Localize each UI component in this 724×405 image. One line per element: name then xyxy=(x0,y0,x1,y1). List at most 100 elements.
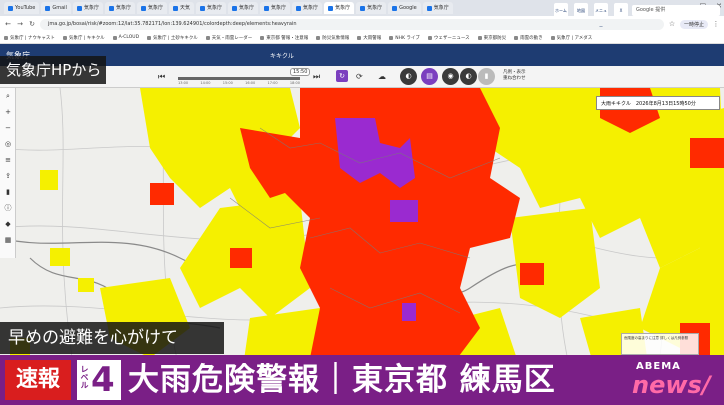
tab-favicon-icon xyxy=(296,5,302,11)
bookmark-item[interactable]: 気象庁 | 土砂キキクル xyxy=(147,35,198,41)
display-options[interactable]: 凡例・表示 重ね合わせ xyxy=(503,70,526,82)
time-pill[interactable]: 15:50 xyxy=(290,68,311,76)
forward-end-icon[interactable]: ⏭ xyxy=(313,72,320,82)
bookmark-label: NHK ライブ xyxy=(395,35,420,41)
layer-toggle-5[interactable]: ▮ xyxy=(478,68,495,85)
bookmark-label: 気象庁 | ナウキャスト xyxy=(10,35,55,41)
site-search-input[interactable]: Google 提供 xyxy=(632,5,720,16)
refresh-cycle-icon[interactable]: ⟳ xyxy=(356,72,363,81)
rewind-icon[interactable]: ⏮ xyxy=(158,72,165,82)
browser-tab[interactable]: 気象庁 xyxy=(356,2,387,14)
tab-label: 気象庁 xyxy=(147,5,163,11)
bookmark-item[interactable]: A-CLOUD xyxy=(112,35,139,40)
timeline-tick-label: 13:00 xyxy=(178,81,189,85)
refresh-icon[interactable]: ↻ xyxy=(336,70,348,82)
bookmark-item[interactable]: NHK ライブ xyxy=(389,35,420,41)
bookmark-label: 東京都 警報・注意報 xyxy=(266,35,309,41)
profile-button[interactable]: 一時停止 xyxy=(679,19,708,29)
browser-tab[interactable]: 気象庁 xyxy=(292,2,323,14)
browser-tab[interactable]: Gmail xyxy=(41,2,71,14)
tab-favicon-icon xyxy=(108,5,114,11)
map-sidebar: ⌕ + − ◎ ≡ ⇪ ▮ ⓘ ◆ ▦ xyxy=(0,88,16,258)
bookmark-favicon-icon xyxy=(4,35,8,40)
header-nav-button[interactable]: X xyxy=(614,3,628,19)
bookmark-item[interactable]: 気象庁 | ナウキャスト xyxy=(4,35,55,41)
bookmark-item[interactable]: 東京都 警報・注意報 xyxy=(260,35,308,41)
bookmark-label: 東京都防災 xyxy=(483,35,507,41)
bookmark-item[interactable]: 気象庁 | アメダス xyxy=(550,35,593,41)
bookmark-item[interactable]: 東京都防災 xyxy=(477,35,507,41)
layers-icon[interactable]: ≡ xyxy=(0,152,16,168)
search-location-icon[interactable]: ⌕ xyxy=(0,88,16,104)
browser-tab[interactable]: 天気 xyxy=(168,2,194,14)
bookmark-item[interactable]: ウェザーニュース xyxy=(427,35,470,41)
timeline-tick-label: 14:00 xyxy=(200,81,211,85)
layer-toggle-selected[interactable]: ▤ xyxy=(421,68,438,85)
drop-icon[interactable]: ◆ xyxy=(0,216,16,232)
header-nav-button[interactable]: ホーム xyxy=(554,3,568,19)
forward-icon[interactable]: → xyxy=(16,20,24,28)
browser-tab[interactable]: 気象庁 xyxy=(104,2,135,14)
bookmark-item[interactable]: 雨雲の動き xyxy=(514,35,543,41)
tab-favicon-icon xyxy=(8,5,13,11)
bookmark-favicon-icon xyxy=(112,35,117,40)
bookmark-icon[interactable]: ▮ xyxy=(0,184,16,200)
tab-favicon-icon xyxy=(200,5,205,11)
browser-tab[interactable]: YouTube xyxy=(4,2,40,14)
alert-level-number: 4 xyxy=(91,360,115,400)
browser-tab[interactable]: 気象庁 xyxy=(136,2,167,14)
layer-toggle-4[interactable]: ◐ xyxy=(460,68,477,85)
browser-tab[interactable]: 気象庁 xyxy=(228,2,259,14)
abema-logo-bottom: news/ xyxy=(632,371,711,399)
tab-label: 気象庁 xyxy=(207,5,223,11)
timeline-tick-label: 17:00 xyxy=(267,81,278,85)
menu-icon[interactable]: ⋮ xyxy=(712,20,720,28)
bookmark-favicon-icon xyxy=(260,35,265,40)
timeline-tick-label: 18:00 xyxy=(289,81,300,85)
evacuation-advice-caption: 早めの避難を心がけて xyxy=(0,322,224,354)
timeline-tick-label: 16:00 xyxy=(245,81,256,85)
bookmark-item[interactable]: 天気・雨雲レーダー xyxy=(205,35,252,41)
browser-tab[interactable]: 気象庁 xyxy=(260,2,291,14)
browser-tab[interactable]: 気象庁 xyxy=(422,2,453,14)
tab-label: Gmail xyxy=(52,5,67,11)
alert-level-badge: レベル 4 xyxy=(77,360,121,400)
ticker-headline: 大雨危険警報｜東京都 練馬区 xyxy=(128,362,556,398)
tab-favicon-icon xyxy=(76,5,82,11)
reload-icon[interactable]: ↻ xyxy=(28,20,36,28)
bookmark-item[interactable]: 気象庁 | キキクル xyxy=(62,35,105,41)
source-caption: 気象庁HPから xyxy=(0,56,106,84)
tab-favicon-icon xyxy=(232,5,238,11)
tab-favicon-icon xyxy=(360,5,366,11)
map-legend-note: 危険度の高まりに注意 詳しくは凡例参照 xyxy=(621,333,699,355)
info-icon[interactable]: ⓘ xyxy=(0,200,16,216)
bookmark-item[interactable]: 防災気象情報 xyxy=(316,35,349,41)
tab-label: 気象庁 xyxy=(271,5,287,11)
tab-favicon-icon xyxy=(328,5,334,11)
browser-tab[interactable]: 気象庁 xyxy=(72,2,103,14)
tab-label: 気象庁 xyxy=(367,5,383,11)
layer-toggle-1[interactable]: ◐ xyxy=(400,68,417,85)
bookmark-label: 気象庁 | アメダス xyxy=(556,35,593,41)
bookmark-favicon-icon xyxy=(514,35,519,40)
bookmark-item[interactable]: 大雨警報 xyxy=(357,35,381,41)
header-nav-button[interactable]: 地図 xyxy=(574,3,588,19)
header-nav-button[interactable]: メニュー xyxy=(594,3,608,29)
url-field[interactable]: jma.go.jp/bosai/risk/#zoom:12/lat:35.782… xyxy=(40,18,664,30)
timeline-slider[interactable] xyxy=(178,77,300,80)
location-icon[interactable]: ☁ xyxy=(378,72,386,81)
browser-tab[interactable]: 気象庁 xyxy=(324,2,355,14)
current-location-icon[interactable]: ◎ xyxy=(0,136,16,152)
browser-tab[interactable]: 気象庁 xyxy=(196,2,227,14)
back-icon[interactable]: ← xyxy=(4,20,12,28)
share-icon[interactable]: ⇪ xyxy=(0,168,16,184)
browser-tab[interactable]: Google xyxy=(388,2,421,14)
star-icon[interactable]: ☆ xyxy=(668,20,676,28)
legend-icon[interactable]: ▦ xyxy=(0,232,16,248)
bookmark-label: 雨雲の動き xyxy=(520,35,543,41)
zoom-out-icon[interactable]: − xyxy=(0,120,16,136)
tab-label: 天気 xyxy=(179,5,190,11)
bookmark-favicon-icon xyxy=(205,35,210,40)
layer-toggle-3[interactable]: ◉ xyxy=(442,68,459,85)
zoom-in-icon[interactable]: + xyxy=(0,104,16,120)
